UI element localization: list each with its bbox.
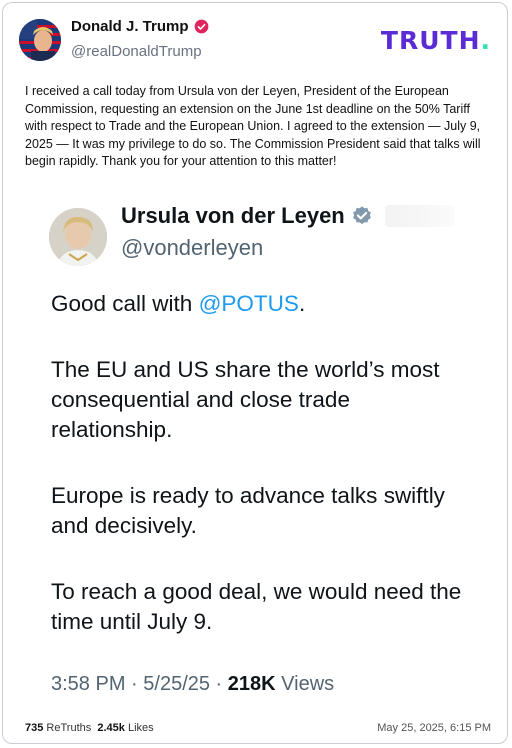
likes-label[interactable]: Likes [128, 722, 154, 734]
likes-count[interactable]: 2.45k [97, 722, 125, 734]
portrait-icon [49, 208, 107, 266]
post-date[interactable]: May 25, 2025, 6:15 PM [377, 722, 491, 734]
quote-views-count: 218K [227, 673, 276, 695]
quote-time[interactable]: 3:58 PM [51, 673, 125, 695]
retruths-label[interactable]: ReTruths [46, 722, 91, 734]
flag-portrait-icon [19, 19, 61, 61]
quote-author-handle[interactable]: @vonderleyen [121, 235, 263, 261]
quote-author-name[interactable]: Ursula von der Leyen [121, 203, 345, 229]
author-avatar[interactable] [19, 19, 61, 61]
quote-paragraph-1: Good call with @POTUS. [51, 291, 306, 316]
retruths-count[interactable]: 735 [25, 722, 43, 734]
verified-badge-icon [194, 19, 208, 34]
potus-mention-link[interactable]: @POTUS [199, 291, 299, 316]
post-body-text: I received a call today from Ursula von … [25, 84, 481, 168]
quote-date[interactable]: 5/25/25 [143, 673, 210, 695]
quote-author-avatar[interactable] [49, 208, 107, 266]
truth-social-logo: TRUTH. [380, 26, 491, 55]
quote-paragraph-2: The EU and US share the world’s most con… [51, 357, 440, 442]
author-handle[interactable]: @realDonaldTrump [71, 43, 202, 60]
author-name[interactable]: Donald J. Trump [71, 18, 189, 35]
quote-paragraph-3: Europe is ready to advance talks swiftly… [51, 483, 445, 538]
quote-paragraph-4: To reach a good deal, we would need the … [51, 579, 462, 634]
post-stats: 735 ReTruths 2.45k Likes [25, 722, 154, 734]
quote-name-row: Ursula von der Leyen [121, 203, 455, 229]
author-name-row: Donald J. Trump [71, 18, 209, 35]
verified-badge-icon [352, 206, 371, 225]
blurred-region [384, 205, 455, 227]
truth-post-card: Donald J. Trump @realDonaldTrump TRUTH. … [2, 2, 508, 744]
quote-views-label: Views [281, 673, 335, 695]
quote-meta: 3:58 PM · 5/25/25 · 218K Views [51, 673, 335, 695]
